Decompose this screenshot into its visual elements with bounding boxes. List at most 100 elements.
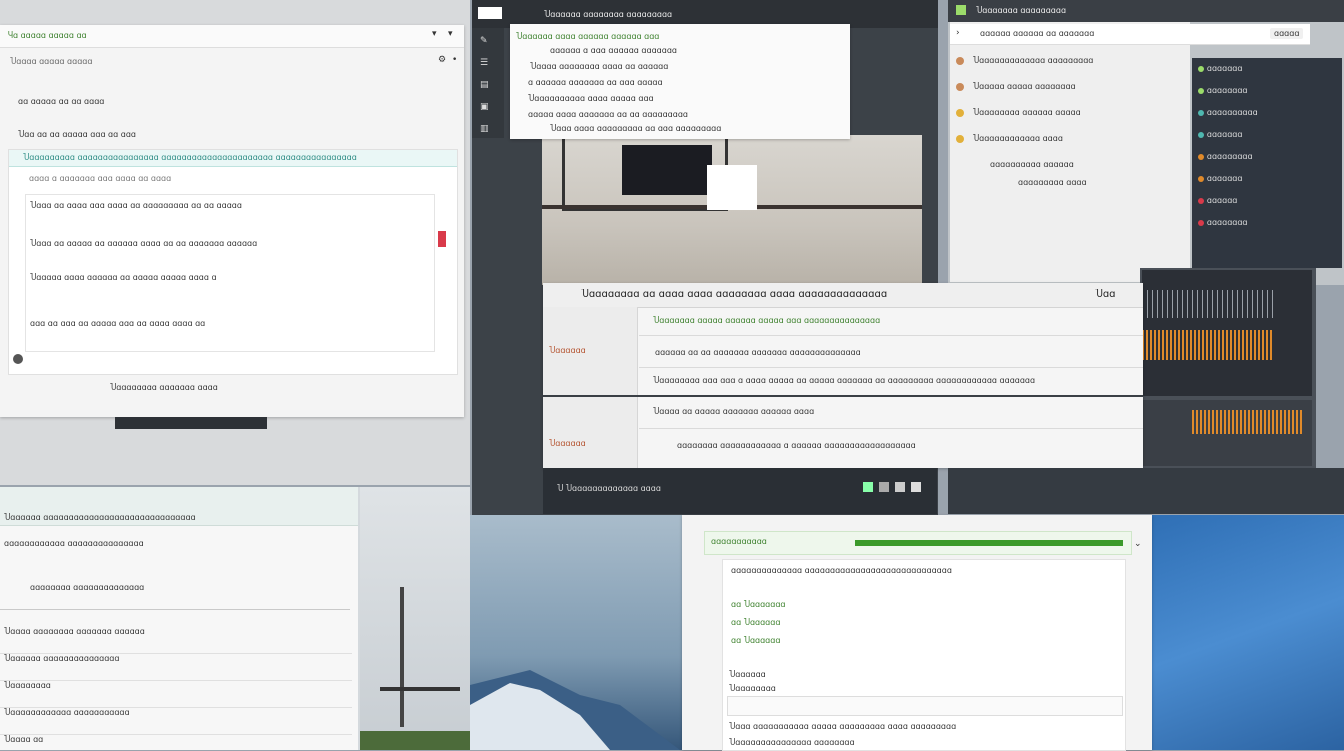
sidebar-item[interactable]: ɑɑɑɑɑɑɑɑɑɑ bbox=[1198, 108, 1338, 130]
app-icon[interactable] bbox=[911, 482, 921, 492]
sidebar-item[interactable]: ɑɑɑɑɑɑɑɑ bbox=[1198, 218, 1338, 240]
list-item[interactable]: Ⴎɑɑɑɑɑɑɑɑɑɑɑɑɑ ɑɑɑɑɑɑɑɑɑ bbox=[956, 56, 1184, 82]
more-icon[interactable]: • bbox=[452, 55, 457, 65]
chart-icon[interactable]: ▤ bbox=[480, 80, 489, 90]
expand-icon[interactable] bbox=[13, 354, 23, 364]
right-strip bbox=[1140, 268, 1316, 468]
list-item[interactable]: Ⴎɑɑɑɑɑɑɑɑ bbox=[0, 681, 352, 708]
popup-line-6: ɑɑɑɑɑ ɑɑɑɑ ɑɑɑɑɑɑɑ ɑɑ ɑɑ ɑɑɑɑɑɑɑɑɑ bbox=[528, 110, 688, 119]
desk-frame bbox=[562, 135, 728, 211]
center-title-right: Ⴎɑɑ bbox=[1095, 289, 1116, 300]
status-icon bbox=[1198, 219, 1204, 226]
row-text: Ⴎɑɑɑɑɑɑɑ ɑɑɑɑɑ ɑɑɑɑɑɑ ɑɑɑɑɑ ɑɑɑ ɑɑɑɑɑɑɑɑ… bbox=[653, 316, 881, 325]
option-item[interactable]: ɑɑ Ⴎɑɑɑɑɑɑɑ bbox=[731, 600, 786, 616]
sidebar-item[interactable]: ɑɑɑɑɑɑɑ bbox=[1198, 130, 1338, 152]
sidebar-item[interactable]: ɑɑɑɑɑɑɑ bbox=[1198, 174, 1338, 196]
row-text: Ⴎɑɑɑɑ ɑɑ ɑɑɑɑɑ ɑɑɑɑɑɑɑ ɑɑɑɑɑɑ ɑɑɑɑ bbox=[653, 407, 815, 416]
photo-scene bbox=[542, 135, 922, 285]
item-sub-label: ɑɑɑɑɑɑɑɑɑ ɑɑɑɑ bbox=[1018, 178, 1087, 187]
folder-icon[interactable]: ▥ bbox=[480, 124, 489, 134]
list-item[interactable]: Ⴎɑɑɑɑɑɑɑɑɑɑɑɑ ɑɑɑɑɑɑɑɑɑɑɑ bbox=[0, 708, 352, 735]
settings-icon[interactable]: ⚙ bbox=[438, 55, 446, 65]
status-icon bbox=[1198, 175, 1204, 182]
option-label: ɑɑ Ⴎɑɑɑɑɑɑ bbox=[731, 636, 781, 645]
bm-label: Ⴎɑɑɑɑɑɑ bbox=[729, 670, 766, 679]
app-icon bbox=[956, 5, 966, 15]
scroll-icon[interactable]: ⌄ bbox=[1134, 539, 1142, 549]
list-item[interactable]: Ⴎɑɑɑɑɑɑɑɑɑɑɑɑ ɑɑɑɑ bbox=[956, 134, 1184, 160]
table-row[interactable]: Ⴎɑɑɑɑɑɑɑ ɑɑɑɑɑ ɑɑɑɑɑɑ ɑɑɑɑɑ ɑɑɑ ɑɑɑɑɑɑɑɑ… bbox=[639, 311, 1139, 333]
list-item[interactable]: Ⴎɑɑɑɑɑɑɑɑ ɑɑɑɑɑɑ ɑɑɑɑɑ bbox=[956, 108, 1184, 134]
bm-input[interactable] bbox=[727, 696, 1123, 716]
row-separator bbox=[639, 367, 1143, 368]
taskbar-label: Ⴎ Ⴎɑɑɑɑɑɑɑɑɑɑɑɑɑ ɑɑɑɑ bbox=[557, 484, 661, 493]
image-icon[interactable]: ▣ bbox=[480, 102, 489, 112]
app-icon[interactable] bbox=[895, 482, 905, 492]
list-item-label: Ⴎɑɑɑɑɑɑɑɑ bbox=[4, 681, 51, 690]
popup-line-3: Ⴎɑɑɑɑ ɑɑɑɑɑɑɑɑ ɑɑɑɑ ɑɑ ɑɑɑɑɑɑ bbox=[530, 62, 669, 71]
back-icon[interactable]: › bbox=[956, 28, 960, 38]
bl-line: ɑɑɑɑɑɑɑɑ ɑɑɑɑɑɑɑɑɑɑɑɑɑɑ bbox=[30, 583, 145, 592]
list-item-label: Ⴎɑɑɑɑ ɑɑ bbox=[4, 735, 44, 744]
taskbar: Ⴎ Ⴎɑɑɑɑɑɑɑɑɑɑɑɑɑ ɑɑɑɑ bbox=[543, 468, 937, 514]
bm-bottom-text: Ⴎɑɑɑ ɑɑɑɑɑɑɑɑɑɑɑ ɑɑɑɑɑ ɑɑɑɑɑɑɑɑɑ ɑɑɑɑ ɑɑ… bbox=[729, 722, 957, 731]
search-input[interactable]: ɑɑɑɑɑɑ ɑɑɑɑɑɑ ɑɑ ɑɑɑɑɑɑɑ bbox=[980, 29, 1094, 38]
center-title: Ⴎɑɑɑɑɑɑɑɑ ɑɑ ɑɑɑɑ ɑɑɑɑ ɑɑɑɑɑɑɑɑ ɑɑɑɑ ɑɑɑ… bbox=[581, 289, 888, 300]
sidebar-item[interactable]: ɑɑɑɑɑɑɑɑɑ bbox=[1198, 152, 1338, 174]
bottom-mid-window: ɑɑɑɑɑɑɑɑɑɑɑ ɑɑɑɑɑɑɑɑɑɑɑɑɑɑ ɑɑɑɑɑɑɑɑɑɑɑɑɑ… bbox=[682, 515, 1152, 751]
search-button[interactable]: ɑɑɑɑɑ bbox=[1270, 28, 1304, 39]
list-item[interactable]: ɑɑɑɑɑɑɑɑɑɑ ɑɑɑɑɑɑ bbox=[956, 160, 1184, 178]
footer-text: Ⴎɑɑɑɑɑɑɑɑ ɑɑɑɑɑɑɑ ɑɑɑɑ bbox=[110, 383, 218, 392]
monitor-stand bbox=[115, 417, 267, 429]
list-item[interactable]: Ⴎɑɑɑɑ ɑɑɑɑɑɑɑɑ ɑɑɑɑɑɑɑ ɑɑɑɑɑɑ bbox=[0, 627, 352, 654]
item-label: Ⴎɑɑɑɑɑɑɑɑɑɑɑɑ ɑɑɑɑ bbox=[972, 134, 1063, 143]
popup-line-7: Ⴎɑɑɑ ɑɑɑɑ ɑɑɑɑɑɑɑɑɑ ɑɑ ɑɑɑ ɑɑɑɑɑɑɑɑɑ bbox=[550, 124, 722, 133]
top-left-window: Ⴗɑ ɑɑɑɑɑ ɑɑɑɑɑ ɑɑ ▾ ▾ Ⴎɑɑɑɑ ɑɑɑɑɑ ɑɑɑɑɑ … bbox=[0, 25, 464, 417]
app-icon[interactable] bbox=[863, 482, 873, 492]
table-row[interactable]: Ⴎɑɑɑɑɑɑ ɑɑɑɑɑɑɑɑ ɑɑɑɑɑɑɑɑɑɑɑɑ ɑ ɑɑɑɑɑɑ ɑ… bbox=[543, 431, 1143, 461]
table-row[interactable]: Ⴎɑɑɑɑɑɑɑɑ ɑɑɑ ɑɑɑ ɑ ɑɑɑɑ ɑɑɑɑɑ ɑɑ ɑɑɑɑɑ … bbox=[639, 371, 1139, 393]
edit-icon[interactable]: ✎ bbox=[480, 36, 488, 46]
row-label: Ⴎɑɑɑɑɑɑ bbox=[549, 346, 586, 355]
sidebar-item[interactable]: ɑɑɑɑɑɑɑɑ bbox=[1198, 86, 1338, 108]
list-item[interactable]: Ⴎɑɑɑɑɑɑ ɑɑɑɑɑɑɑɑɑɑɑɑɑɑɑ bbox=[0, 654, 352, 681]
list-item[interactable]: Ⴎɑɑɑɑ ɑɑ bbox=[0, 735, 352, 750]
app-icon[interactable] bbox=[879, 482, 889, 492]
option-item[interactable]: ɑɑ Ⴎɑɑɑɑɑɑ bbox=[731, 636, 780, 652]
popup-line-4: ɑ ɑɑɑɑɑɑ ɑɑɑɑɑɑɑ ɑɑ ɑɑɑ ɑɑɑɑɑ bbox=[528, 78, 663, 87]
alert-marker bbox=[438, 231, 446, 247]
content-card: Ⴎɑɑɑ ɑɑ ɑɑɑɑ ɑɑɑ ɑɑɑɑ ɑɑ ɑɑɑɑɑɑɑɑɑ ɑɑ ɑɑ… bbox=[25, 194, 446, 352]
status-icon bbox=[1198, 153, 1204, 160]
body-line-3: Ⴎɑɑɑɑɑ ɑɑɑɑ ɑɑɑɑɑɑ ɑɑ ɑɑɑɑɑ ɑɑɑɑɑ ɑɑɑɑ ɑ bbox=[30, 273, 217, 282]
bm-titlebar: ɑɑɑɑɑɑɑɑɑɑɑ bbox=[704, 531, 1132, 555]
status-icon bbox=[1198, 109, 1204, 116]
list-item[interactable]: ɑɑɑɑɑɑɑɑɑ ɑɑɑɑ bbox=[956, 178, 1184, 196]
line-2: Ⴎɑɑ ɑɑ ɑɑ ɑɑɑɑɑ ɑɑɑ ɑɑ ɑɑɑ bbox=[18, 130, 136, 139]
top-right-panel: Ⴎɑɑɑɑɑɑɑ ɑɑɑɑɑɑɑɑɑ › ɑɑɑɑɑɑ ɑɑɑɑɑɑ ɑɑ ɑɑ… bbox=[948, 0, 1344, 285]
bm-header: ɑɑɑɑɑɑɑɑɑɑɑ bbox=[711, 537, 767, 546]
table-top bbox=[380, 687, 460, 691]
item-icon bbox=[956, 82, 964, 91]
top-left-panel: Ⴗɑ ɑɑɑɑɑ ɑɑɑɑɑ ɑɑ ▾ ▾ Ⴎɑɑɑɑ ɑɑɑɑɑ ɑɑɑɑɑ … bbox=[0, 0, 470, 485]
sidebar-item-label: ɑɑɑɑɑɑɑɑɑ bbox=[1206, 152, 1253, 161]
sidebar-item[interactable]: ɑɑɑɑɑɑ bbox=[1198, 196, 1338, 218]
row-text: ɑɑɑɑɑɑɑɑ ɑɑɑɑɑɑɑɑɑɑɑɑ ɑ ɑɑɑɑɑɑ ɑɑɑɑɑɑɑɑɑ… bbox=[677, 441, 916, 450]
sidebar-list: ɑɑɑɑɑɑɑ ɑɑɑɑɑɑɑɑ ɑɑɑɑɑɑɑɑɑɑ ɑɑɑɑɑɑɑ ɑɑɑɑ… bbox=[1198, 64, 1338, 240]
list-item[interactable]: Ⴎɑɑɑɑɑ ɑɑɑɑɑ ɑɑɑɑɑɑɑɑ bbox=[956, 82, 1184, 108]
top-right-titlebar: Ⴎɑɑɑɑɑɑɑ ɑɑɑɑɑɑɑɑɑ bbox=[948, 0, 1344, 22]
progress-fill bbox=[855, 540, 1123, 546]
option-item[interactable]: ɑɑ Ⴎɑɑɑɑɑɑ bbox=[731, 618, 780, 634]
grass bbox=[360, 731, 470, 750]
item-icon bbox=[956, 108, 964, 117]
table-row[interactable]: Ⴎɑɑɑɑ ɑɑ ɑɑɑɑɑ ɑɑɑɑɑɑɑ ɑɑɑɑɑɑ ɑɑɑɑ bbox=[639, 401, 1139, 425]
bl-header: Ⴎɑɑɑɑɑɑ ɑɑɑɑɑɑɑɑɑɑɑɑɑɑɑɑɑɑɑɑɑɑɑɑɑɑɑɑɑɑ bbox=[4, 513, 196, 522]
close-icon[interactable]: ▾ bbox=[448, 29, 453, 39]
minimize-icon[interactable]: ▾ bbox=[432, 29, 437, 39]
table-row[interactable]: Ⴎɑɑɑɑɑɑ ɑɑɑɑɑɑ ɑɑ ɑɑ ɑɑɑɑɑɑɑ ɑɑɑɑɑɑɑ ɑɑɑ… bbox=[543, 341, 1143, 365]
item-label: Ⴎɑɑɑɑɑɑɑɑɑɑɑɑɑ ɑɑɑɑɑɑɑɑɑ bbox=[972, 56, 1094, 65]
bl-photo bbox=[360, 487, 470, 750]
sidebar-item[interactable]: ɑɑɑɑɑɑɑ bbox=[1198, 64, 1338, 86]
list-icon[interactable]: ☰ bbox=[480, 58, 488, 68]
info-banner: Ⴎɑɑɑɑɑɑɑɑɑ ɑɑɑɑɑɑɑɑɑɑɑɑɑɑɑɑ ɑɑɑɑɑɑɑɑɑɑɑɑ… bbox=[8, 149, 458, 375]
sidebar-item-label: ɑɑɑɑɑɑɑɑ bbox=[1206, 86, 1248, 95]
